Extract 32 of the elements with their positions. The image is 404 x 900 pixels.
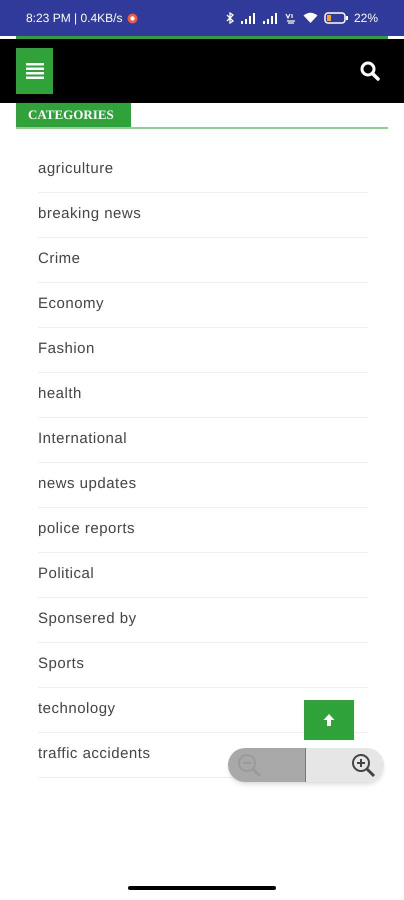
category-link[interactable]: technology [38, 698, 116, 721]
category-link[interactable]: traffic accidents [38, 743, 150, 766]
bluetooth-icon [226, 12, 235, 24]
scroll-top-button[interactable] [304, 700, 354, 740]
battery-percentage: 22% [354, 10, 378, 27]
zoom-out-icon [236, 752, 262, 778]
signal-icon [240, 12, 257, 24]
category-link[interactable]: International [38, 428, 128, 451]
battery-icon [324, 12, 348, 24]
notification-icon [126, 12, 138, 24]
menu-button[interactable] [16, 48, 53, 94]
category-link[interactable]: news updates [38, 473, 137, 496]
category-link[interactable]: police reports [38, 518, 136, 541]
category-link[interactable]: agriculture [38, 158, 114, 181]
category-link[interactable]: Economy [38, 293, 104, 316]
category-link[interactable]: breaking news [38, 203, 142, 226]
category-link[interactable]: Fashion [38, 338, 95, 361]
signal-icon [262, 12, 279, 24]
vowifi-icon [284, 12, 297, 24]
wifi-icon [302, 12, 318, 24]
category-link[interactable]: Sponsered by [38, 608, 137, 631]
category-link[interactable]: health [38, 383, 82, 406]
menu-icon [26, 63, 44, 79]
status-time: 8:23 PM | 0.4KB/s [26, 10, 122, 27]
section-title: CATEGORIES [16, 103, 131, 126]
category-link[interactable]: Sports [38, 653, 84, 676]
zoom-in-icon [350, 752, 376, 778]
search-icon [360, 61, 380, 81]
zoom-in-button[interactable] [306, 748, 384, 782]
arrow-up-icon [322, 713, 336, 727]
category-link[interactable]: Political [38, 563, 94, 586]
category-link[interactable]: Crime [38, 248, 80, 271]
